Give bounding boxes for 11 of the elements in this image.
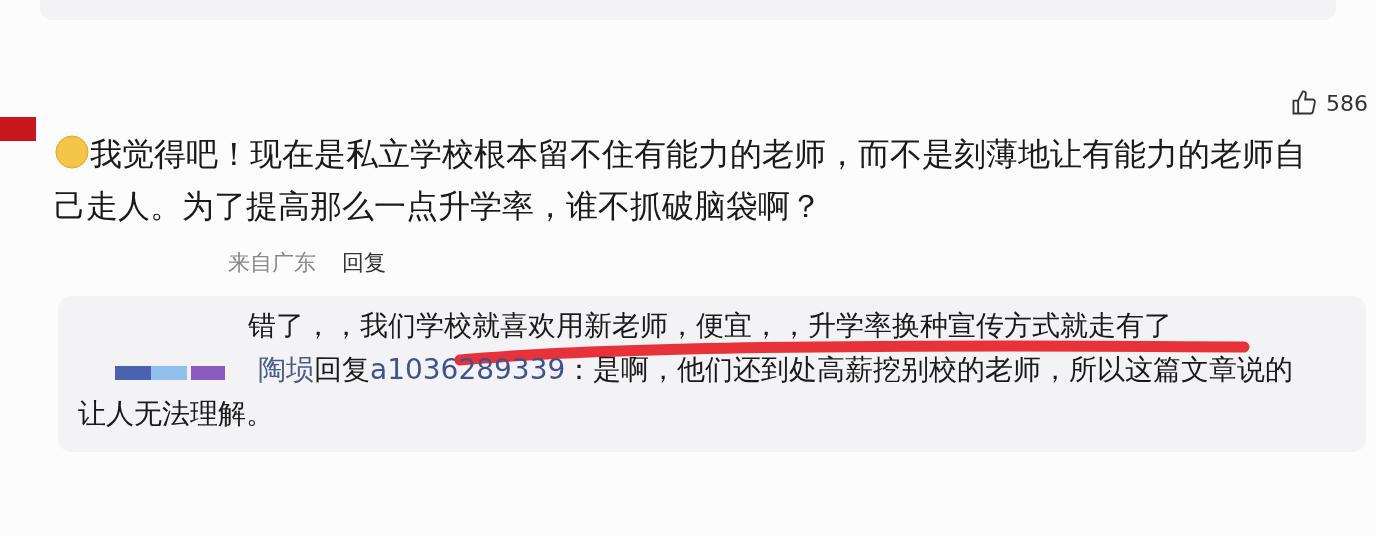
user-link[interactable]: a1036289339 <box>370 353 566 386</box>
comment-text: 我觉得吧！现在是私立学校根本留不住有能力的老师，而不是刻薄地让有能力的老师自己走人。为了提高那么一点升学率，谁不抓破脑袋啊？ <box>54 133 1307 227</box>
emoji-icon <box>54 134 90 170</box>
reply-text: 陶埙回复a1036289339：是啊，他们还到处高薪挖别校的老师，所以这篇文章说的 <box>258 352 1295 388</box>
location-label: 来自广东 <box>228 249 316 277</box>
author-link[interactable]: 陶埙 <box>258 353 314 386</box>
reply-text: 让人无法理解。 <box>78 396 275 432</box>
like-count: 586 <box>1326 90 1368 116</box>
reply-text: 错了，，我们学校就喜欢用新老师，便宜，，升学率换种宣传方式就走有了 <box>248 308 1173 344</box>
thumbs-up-icon[interactable] <box>1290 89 1318 117</box>
reply-button[interactable]: 回复 <box>342 248 386 278</box>
